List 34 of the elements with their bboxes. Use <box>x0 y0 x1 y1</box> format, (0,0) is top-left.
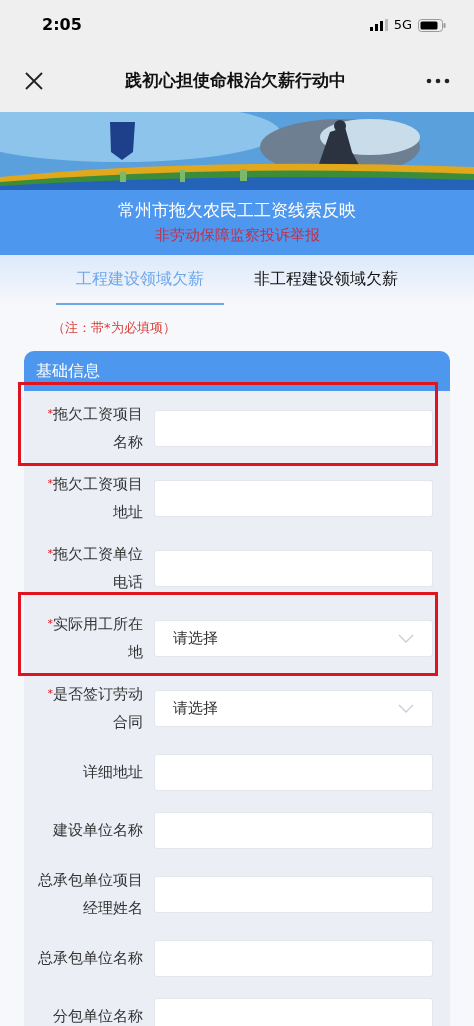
input-field[interactable] <box>155 940 432 976</box>
field-label: *是否签订劳动合同 <box>47 685 143 732</box>
more-icon[interactable] <box>426 78 450 84</box>
input-field[interactable] <box>155 812 432 848</box>
chevron-down-icon <box>398 703 414 713</box>
tab[interactable]: 非工程建设领域欠薪 <box>234 255 418 305</box>
network-label: 5G <box>393 16 412 35</box>
field-label: 详细地址 <box>82 763 143 782</box>
field-label: 总承包单位项目经理姓名 <box>37 871 143 918</box>
field-label: *拖欠工资项目地址 <box>47 475 143 522</box>
battery-icon <box>418 18 446 32</box>
input-field[interactable] <box>155 754 432 790</box>
select-field[interactable]: 请选择 <box>155 690 432 726</box>
input-field[interactable] <box>155 550 432 586</box>
status-time: 2:05 <box>42 14 82 36</box>
header-title: 常州市拖欠农民工工资线索反映 <box>118 198 356 222</box>
select-field[interactable]: 请选择 <box>155 620 432 656</box>
chevron-down-icon <box>398 633 414 643</box>
header-subtitle: 非劳动保障监察投诉举报 <box>154 226 320 246</box>
field-label: *拖欠工资单位电话 <box>47 545 143 592</box>
field-label: *拖欠工资项目名称 <box>47 405 143 452</box>
section-title: 基础信息 <box>36 360 100 382</box>
signal-icon <box>369 19 388 31</box>
required-note: （注：带*为必填项） <box>52 320 176 335</box>
input-field[interactable] <box>155 998 432 1026</box>
field-label: *实际用工所在地 <box>47 615 143 662</box>
close-icon[interactable] <box>24 71 44 91</box>
field-label: 分包单位名称 <box>52 1007 143 1026</box>
input-field[interactable] <box>155 876 432 912</box>
field-label: 建设单位名称 <box>52 821 143 840</box>
input-field[interactable] <box>155 480 432 516</box>
page-title: 践初心担使命根治欠薪行动中 <box>123 69 347 93</box>
field-label: 总承包单位名称 <box>37 949 143 968</box>
input-field[interactable] <box>155 410 432 446</box>
